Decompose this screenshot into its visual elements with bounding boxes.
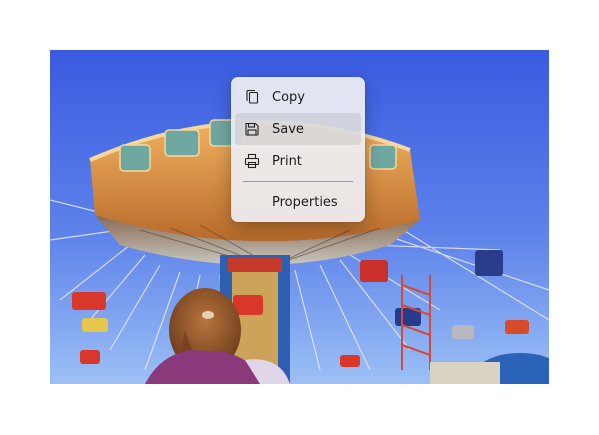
menu-item-label: Properties [272,194,338,210]
menu-item-properties[interactable]: Properties [235,186,361,218]
menu-item-copy[interactable]: Copy [235,81,361,113]
save-icon [244,121,260,137]
menu-item-save[interactable]: Save [235,113,361,145]
menu-item-label: Print [272,153,302,169]
desktop-stage: Copy Save Print Properties [0,0,599,435]
context-menu: Copy Save Print Properties [231,77,365,222]
menu-item-label: Copy [272,89,305,105]
menu-item-label: Save [272,121,304,137]
menu-item-print[interactable]: Print [235,145,361,177]
copy-icon [244,89,260,105]
menu-separator [243,181,353,182]
print-icon [244,153,260,169]
